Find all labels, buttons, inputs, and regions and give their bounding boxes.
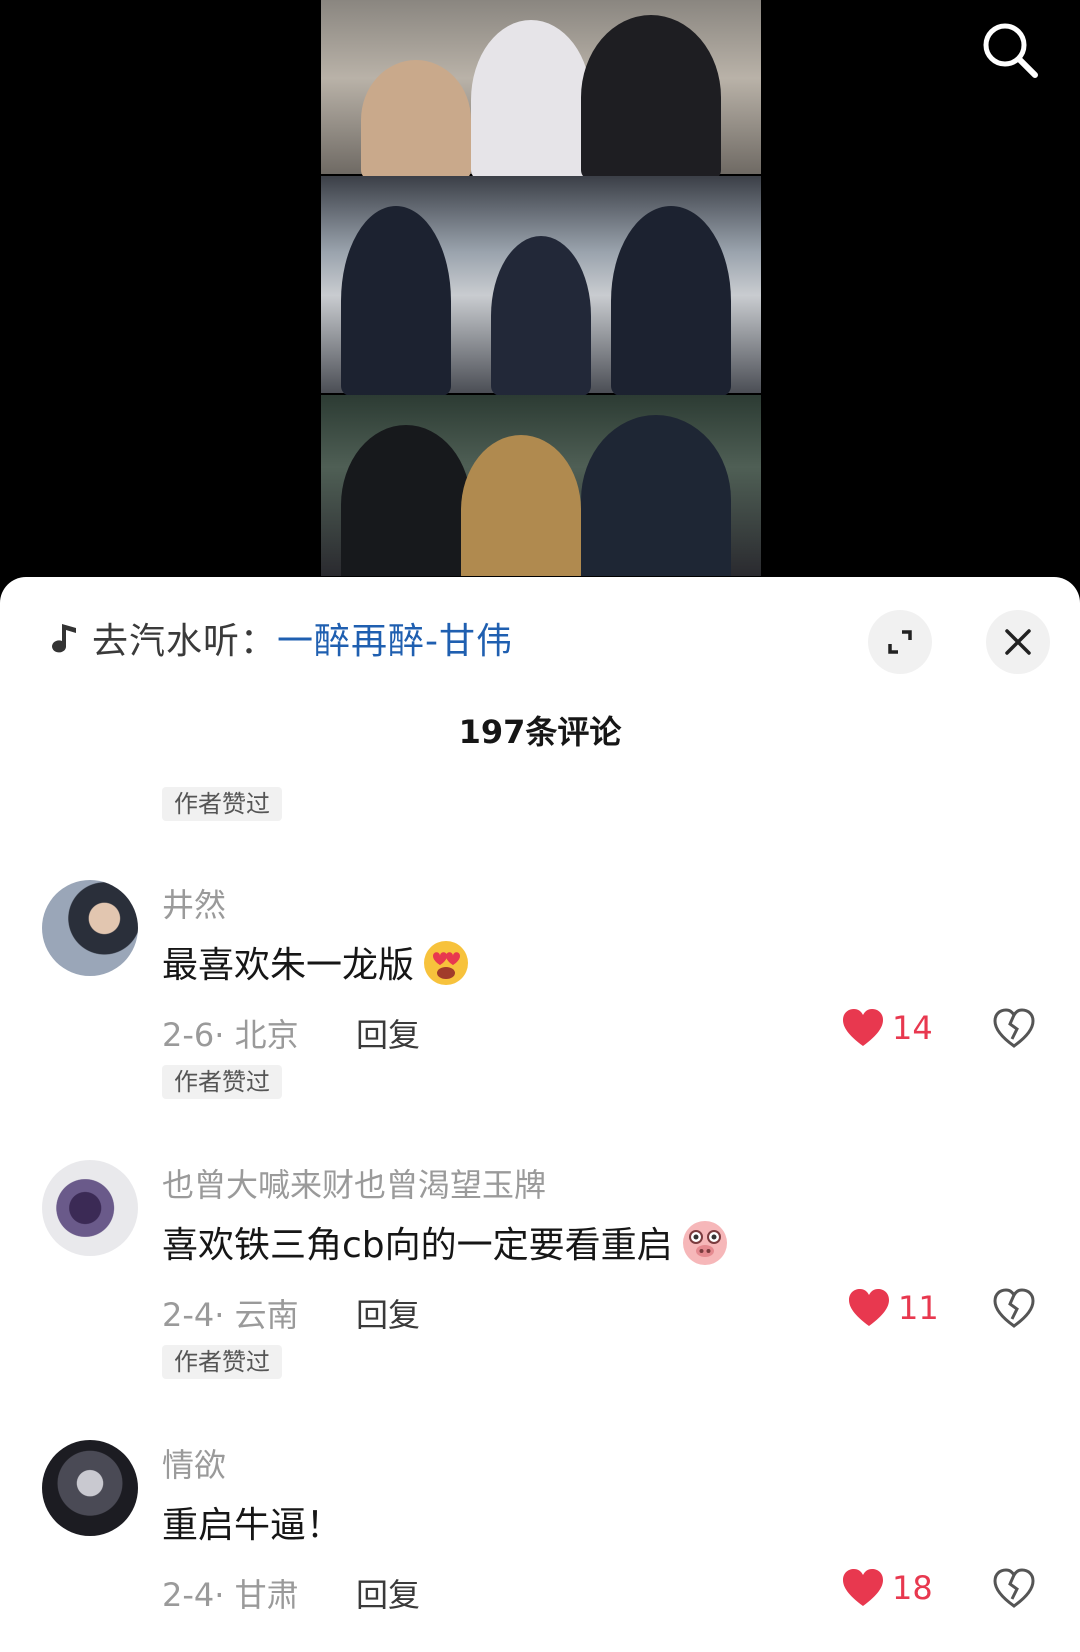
expand-button[interactable]	[868, 610, 932, 674]
avatar[interactable]	[42, 1440, 138, 1536]
comment-body: 最喜欢朱一龙版	[162, 945, 415, 986]
reply-button[interactable]: 回复	[356, 1010, 420, 1056]
collage-photo-bottom	[321, 395, 761, 576]
comment-date-location: 2-6· 北京	[162, 1016, 299, 1054]
comment-text: 喜欢铁三角cb向的一定要看重启	[162, 1216, 731, 1268]
like-count: 18	[892, 1569, 933, 1607]
comment-date-location: 2-4· 甘肃	[162, 1576, 299, 1614]
heart-eyes-emoji	[424, 941, 469, 985]
heart-icon	[843, 1009, 883, 1046]
video-player[interactable]	[0, 0, 1080, 600]
broken-heart-icon[interactable]	[992, 1006, 1036, 1050]
comment-count-title: 197条评论	[458, 713, 622, 751]
avatar[interactable]	[42, 880, 138, 976]
comment-username[interactable]: 也曾大喊来财也曾渴望玉牌	[162, 1160, 546, 1206]
author-liked-tag: 作者赞过	[162, 1345, 282, 1379]
comment-date-location: 2-4· 云南	[162, 1296, 299, 1334]
expand-icon	[888, 630, 912, 654]
comment-body: 喜欢铁三角cb向的一定要看重启	[162, 1225, 673, 1266]
broken-heart-icon[interactable]	[992, 1286, 1036, 1330]
photo-collage	[321, 0, 761, 576]
comment-body: 重启牛逼！	[162, 1505, 343, 1546]
author-liked-tag: 作者赞过	[162, 1065, 282, 1099]
comment-text: 最喜欢朱一龙版	[162, 936, 472, 988]
close-button[interactable]	[986, 610, 1050, 674]
comment-item: 井然 最喜欢朱一龙版 2-6· 北京 回复 14	[0, 880, 1080, 1060]
heart-icon	[849, 1289, 889, 1326]
music-link[interactable]: 去汽水听： 一醉再醉-甘伟	[46, 612, 513, 664]
reply-button[interactable]: 回复	[356, 1570, 420, 1616]
collage-photo-top	[321, 0, 761, 180]
music-note-icon	[52, 624, 76, 653]
music-prefix: 去汽水听：	[92, 621, 278, 662]
like-count: 14	[892, 1009, 933, 1047]
like-button[interactable]: 11	[848, 1286, 939, 1330]
music-title[interactable]: 一醉再醉-甘伟	[277, 612, 513, 664]
like-button[interactable]: 18	[842, 1566, 933, 1610]
author-liked-tag: 作者赞过	[162, 787, 282, 821]
comment-username[interactable]: 情欲	[162, 1440, 226, 1486]
comment-item: 也曾大喊来财也曾渴望玉牌 喜欢铁三角cb向的一定要看重启 2-4· 云南 回复 …	[0, 1160, 1080, 1340]
comment-item: 情欲 重启牛逼！ 2-4· 甘肃 回复 18	[0, 1440, 1080, 1620]
comment-text: 重启牛逼！	[162, 1496, 342, 1548]
like-count: 11	[898, 1289, 939, 1327]
comments-sheet: 去汽水听： 一醉再醉-甘伟 197条评论 作者赞过 井然 最喜欢朱一龙版 2-6	[0, 577, 1080, 1652]
pig-face-emoji	[682, 1221, 727, 1265]
close-icon	[1005, 629, 1031, 655]
collage-photo-middle	[321, 176, 761, 396]
like-button[interactable]: 14	[842, 1006, 933, 1050]
heart-icon	[843, 1569, 883, 1606]
avatar[interactable]	[42, 1160, 138, 1256]
reply-button[interactable]: 回复	[356, 1290, 420, 1336]
search-icon[interactable]	[978, 18, 1042, 82]
comment-username[interactable]: 井然	[162, 880, 226, 926]
broken-heart-icon[interactable]	[992, 1566, 1036, 1610]
